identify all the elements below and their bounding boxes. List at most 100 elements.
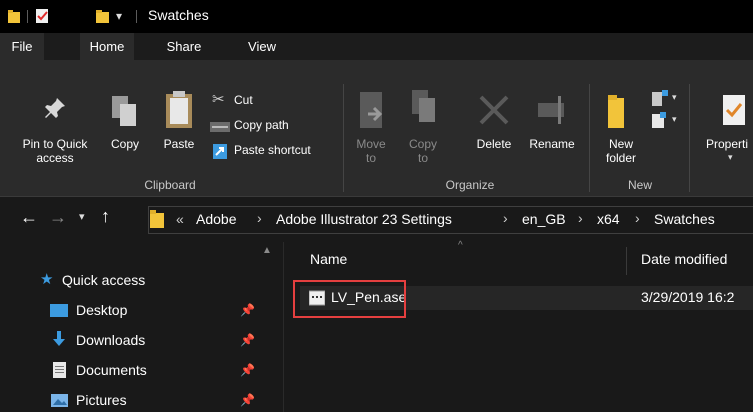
- new-folder-quick-icon[interactable]: [96, 9, 110, 24]
- paste-shortcut-icon: [213, 144, 227, 159]
- title-separator: [136, 10, 137, 23]
- nav-item-downloads[interactable]: Downloads 📌: [0, 328, 260, 352]
- new-item-button[interactable]: ▾ ▾: [646, 90, 682, 134]
- up-button[interactable]: ↑: [101, 206, 110, 227]
- title-separator: [27, 10, 28, 23]
- customize-quick-access-icon[interactable]: ▾: [116, 9, 122, 23]
- nav-label: Quick access: [62, 272, 146, 288]
- dropdown-arrow-icon: ▾: [672, 114, 677, 124]
- nav-item-desktop[interactable]: Desktop 📌: [0, 298, 260, 322]
- window-title: Swatches: [148, 7, 209, 23]
- nav-label: Desktop: [76, 302, 128, 318]
- copy-to-label-2: to: [417, 151, 428, 165]
- copy-path-button[interactable]: Copy path: [210, 117, 340, 137]
- properties-quick-icon[interactable]: [36, 9, 50, 24]
- cut-label: Cut: [234, 93, 253, 107]
- pin-icon[interactable]: 📌: [240, 328, 255, 352]
- pin-icon[interactable]: 📌: [240, 388, 255, 412]
- downloads-icon: [53, 331, 65, 346]
- new-folder-label-2: folder: [605, 151, 637, 165]
- properties-button[interactable]: Properti ▾: [700, 88, 753, 168]
- pin-label-2: access: [36, 151, 74, 165]
- rename-icon: [538, 96, 564, 124]
- new-group-label: New: [627, 178, 652, 192]
- breadcrumb-illustrator-settings[interactable]: Adobe Illustrator 23 Settings: [276, 211, 452, 227]
- organize-group-label: Organize: [445, 178, 495, 192]
- title-bar: [0, 0, 753, 33]
- nav-item-pictures[interactable]: Pictures 📌: [0, 388, 260, 412]
- group-separator: [689, 84, 690, 192]
- paste-shortcut-button[interactable]: Paste shortcut: [210, 142, 340, 162]
- file-date-modified: 3/29/2019 16:2: [641, 289, 735, 305]
- sort-up-icon: ^: [458, 240, 463, 251]
- scroll-up-arrow[interactable]: ▲: [262, 245, 272, 256]
- move-to-label-2: to: [365, 151, 376, 165]
- properties-label: Properti: [706, 137, 749, 151]
- pin-icon: [45, 98, 65, 118]
- copy-path-icon: [210, 122, 230, 132]
- scissors-icon: ✂: [212, 91, 225, 108]
- paste-button[interactable]: Paste: [156, 88, 202, 168]
- new-folder-button[interactable]: New folder: [598, 88, 644, 168]
- clipboard-group-label: Clipboard: [144, 178, 196, 192]
- copy-to-icon: [412, 90, 435, 122]
- breadcrumb-adobe[interactable]: Adobe: [196, 211, 236, 227]
- copy-button[interactable]: Copy: [104, 88, 146, 168]
- breadcrumb-separator[interactable]: ›: [578, 210, 583, 226]
- paste-label: Paste: [163, 137, 195, 151]
- forward-button[interactable]: →: [49, 207, 67, 228]
- column-header-date-modified[interactable]: Date modified: [641, 251, 727, 267]
- pin-icon[interactable]: 📌: [240, 298, 255, 322]
- back-button[interactable]: ←: [20, 207, 38, 228]
- properties-icon: [723, 95, 745, 125]
- nav-label: Downloads: [76, 332, 146, 348]
- breadcrumb-separator[interactable]: ›: [257, 210, 262, 226]
- delete-label: Delete: [476, 137, 512, 151]
- nav-label: Documents: [76, 362, 147, 378]
- breadcrumb-en-gb[interactable]: en_GB: [522, 211, 566, 227]
- group-separator: [589, 84, 590, 192]
- delete-button[interactable]: Delete: [466, 88, 522, 168]
- nav-item-quick-access[interactable]: ★ Quick access: [0, 268, 260, 292]
- column-header-name[interactable]: Name: [310, 251, 347, 267]
- new-folder-icon: [608, 95, 624, 128]
- star-icon: ★: [40, 271, 54, 288]
- breadcrumb-swatches[interactable]: Swatches: [654, 211, 715, 227]
- nav-label: Pictures: [76, 392, 127, 408]
- move-to-icon: [360, 92, 383, 128]
- rename-button[interactable]: Rename: [522, 88, 582, 168]
- pictures-icon: [51, 394, 68, 407]
- copy-to-label: Copy: [408, 137, 437, 151]
- documents-icon: [53, 362, 66, 378]
- group-separator: [343, 84, 344, 192]
- folder-icon: [8, 10, 20, 23]
- delete-icon: [479, 95, 509, 125]
- rename-label: Rename: [529, 137, 575, 151]
- pane-divider[interactable]: [283, 242, 284, 412]
- paste-icon: [166, 91, 192, 128]
- pin-icon[interactable]: 📌: [240, 358, 255, 382]
- dropdown-arrow-icon: ▾: [672, 92, 677, 102]
- tab-file[interactable]: File: [0, 33, 44, 60]
- recent-locations-button[interactable]: ▾: [79, 210, 85, 223]
- copy-icon: [112, 96, 136, 126]
- tab-view[interactable]: View: [242, 33, 282, 60]
- copy-to-button[interactable]: Copy to: [404, 88, 442, 168]
- column-divider[interactable]: [626, 247, 627, 275]
- copy-label: Copy: [110, 137, 139, 151]
- copy-path-label: Copy path: [234, 118, 289, 132]
- move-to-button[interactable]: Move to: [352, 88, 390, 168]
- breadcrumb-separator[interactable]: ›: [635, 210, 640, 226]
- cut-button[interactable]: ✂ Cut: [210, 91, 340, 112]
- pin-to-quick-access-button[interactable]: Pin to Quick access: [0, 88, 110, 178]
- overflow-chevron[interactable]: «: [176, 211, 184, 227]
- desktop-folder-icon: [50, 304, 68, 317]
- nav-item-documents[interactable]: Documents 📌: [0, 358, 260, 382]
- tab-share[interactable]: Share: [160, 33, 208, 60]
- tab-home[interactable]: Home: [80, 33, 134, 60]
- breadcrumb-separator[interactable]: ›: [503, 210, 508, 226]
- paste-shortcut-label: Paste shortcut: [234, 143, 311, 157]
- breadcrumb-x64[interactable]: x64: [597, 211, 620, 227]
- dropdown-arrow-icon: ▾: [728, 152, 733, 162]
- folder-icon: [150, 210, 164, 228]
